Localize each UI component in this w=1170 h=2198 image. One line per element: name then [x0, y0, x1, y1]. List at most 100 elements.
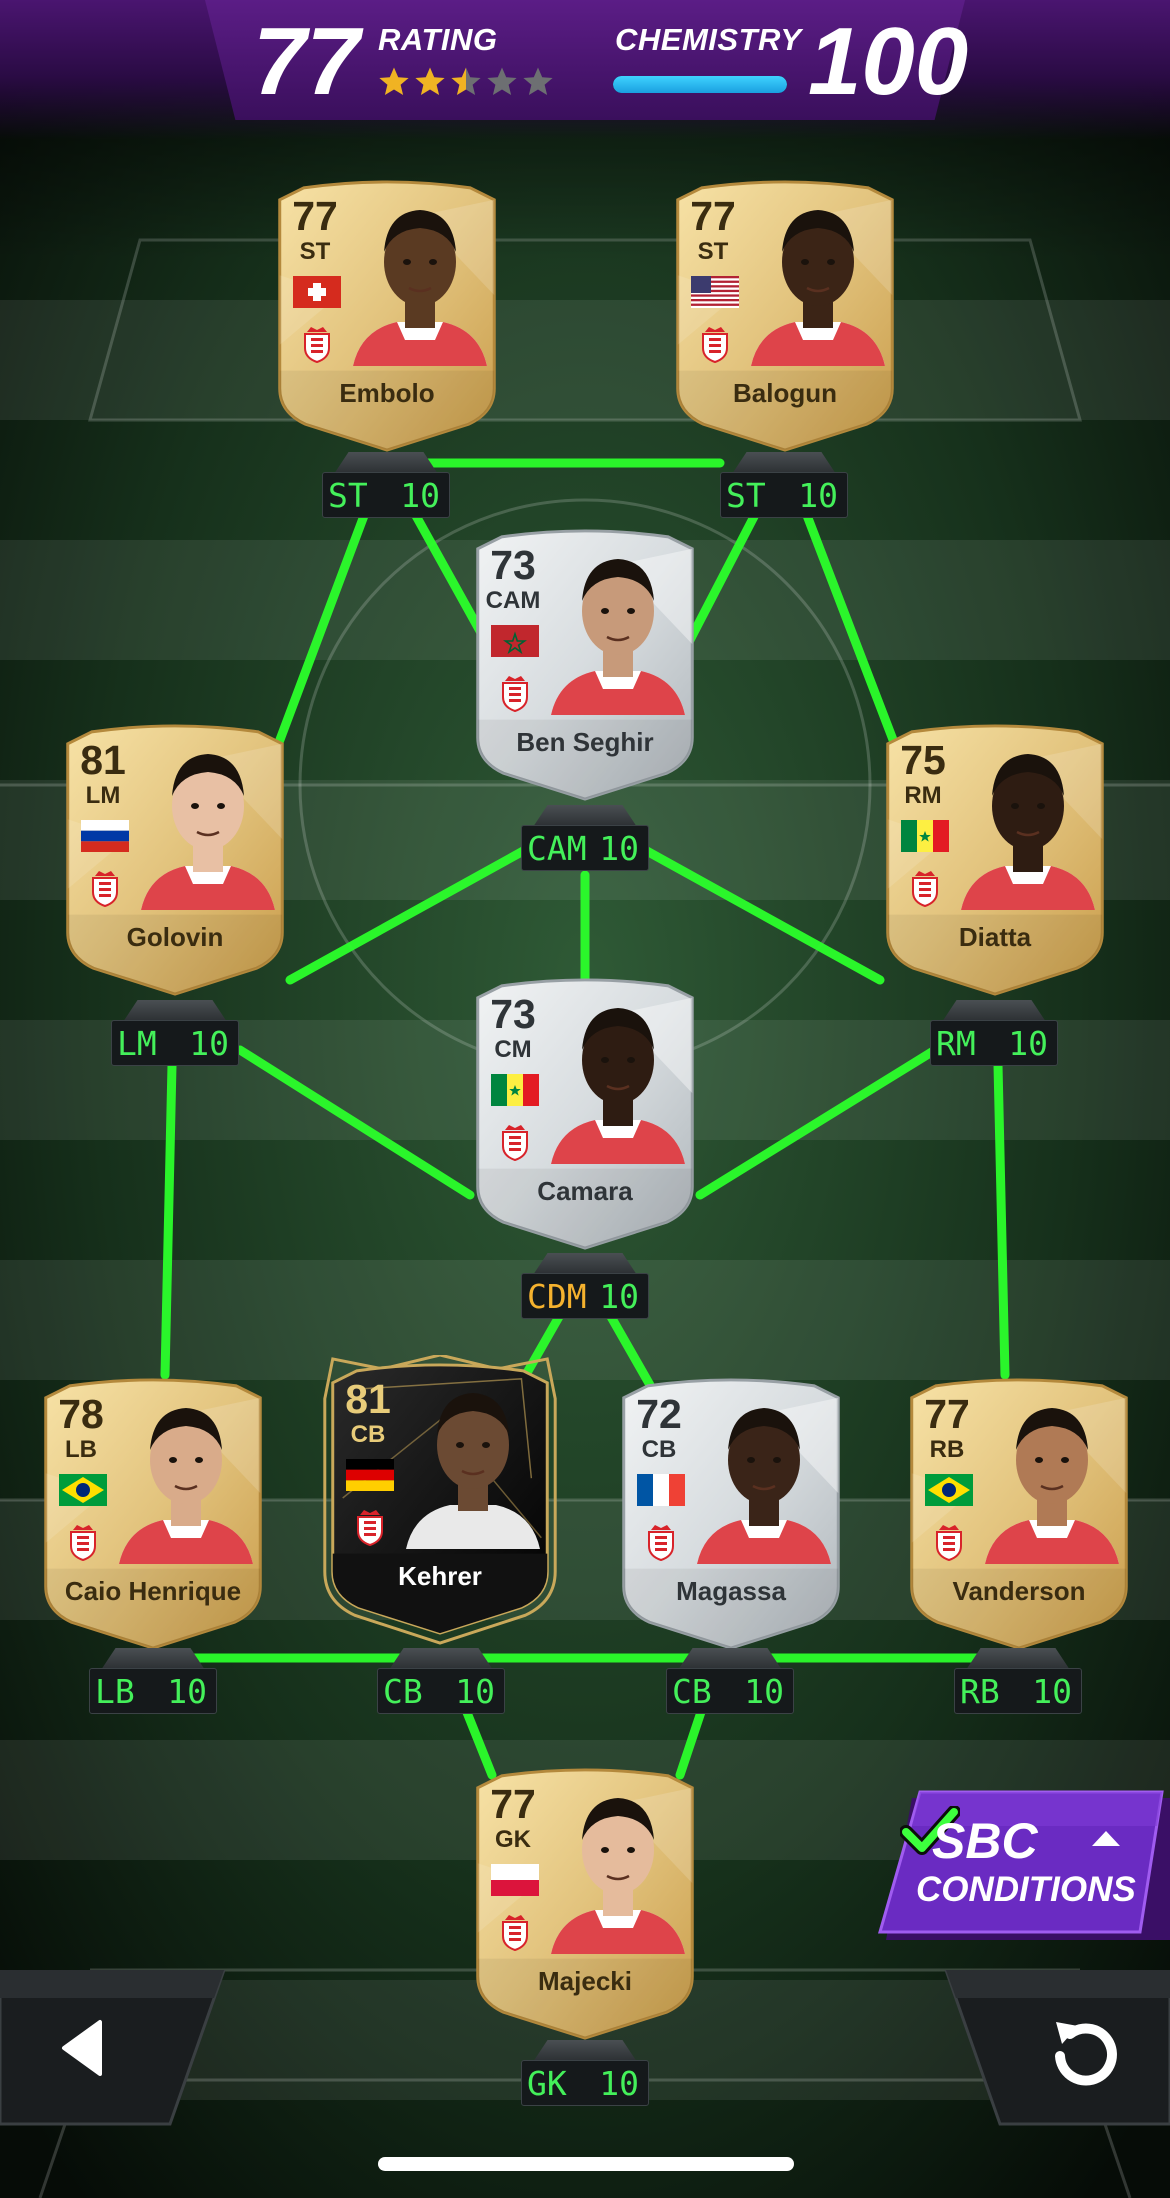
- home-indicator: [378, 2157, 794, 2171]
- position-slot-cam[interactable]: CAM 10: [521, 805, 649, 873]
- player-rating: 75: [900, 737, 946, 783]
- sbc-title: SBC: [932, 1813, 1038, 1869]
- slot-position-label: ST: [328, 476, 368, 515]
- player-rating: 73: [490, 542, 536, 588]
- player-card-balogun[interactable]: 77 ST Balogun: [667, 172, 903, 452]
- sbc-conditions-button[interactable]: SBC CONDITIONS: [872, 1790, 1170, 1940]
- star-icon: [415, 67, 445, 95]
- player-name: Magassa: [676, 1576, 786, 1606]
- player-rating: 78: [58, 1391, 104, 1437]
- club-crest-icon: [933, 1522, 965, 1562]
- position-slot-cb[interactable]: CB 10: [666, 1648, 794, 1716]
- player-rating: 73: [490, 991, 536, 1037]
- nation-flag-icon: [491, 1074, 539, 1106]
- club-crest-icon: [645, 1522, 677, 1562]
- club-crest-icon: [909, 868, 941, 908]
- club-crest-icon: [499, 673, 531, 713]
- back-button[interactable]: [0, 1970, 230, 2130]
- slot-chemistry-value: 10: [599, 829, 639, 868]
- player-photo: [745, 190, 891, 366]
- player-name: Golovin: [126, 922, 224, 952]
- player-rating: 77: [924, 1391, 970, 1437]
- nation-flag-icon: [491, 625, 539, 657]
- slot-position-label: LM: [117, 1024, 157, 1063]
- player-card-camara[interactable]: 73 CM Camara: [467, 970, 703, 1250]
- slot-position-label: LB: [95, 1672, 135, 1711]
- player-name: Diatta: [958, 922, 1032, 952]
- position-slot-cb[interactable]: CB 10: [377, 1648, 505, 1716]
- player-rating: 77: [690, 193, 736, 239]
- slot-position-label: CB: [672, 1672, 712, 1711]
- star-icon: [487, 67, 517, 95]
- chevron-up-icon: [1092, 1831, 1120, 1846]
- player-card-golovin[interactable]: 81 LM Golovin: [57, 716, 293, 996]
- slot-position-label: GK: [527, 2064, 567, 2103]
- player-position: ST: [299, 238, 331, 265]
- position-slot-lb[interactable]: LB 10: [89, 1648, 217, 1716]
- slot-position-label: CAM: [527, 829, 587, 868]
- nation-flag-icon: [901, 820, 949, 852]
- player-position: RM: [904, 782, 942, 809]
- player-card-vanderson[interactable]: 77 RB Vanderson: [901, 1370, 1137, 1650]
- player-position: CB: [641, 1436, 677, 1463]
- player-name: Embolo: [339, 378, 435, 408]
- player-name: Caio Henrique: [64, 1576, 242, 1606]
- position-slot-st[interactable]: ST 10: [322, 452, 450, 520]
- nation-flag-icon: [491, 1864, 539, 1896]
- chemistry-label: CHEMISTRY: [615, 22, 802, 57]
- player-photo: [979, 1388, 1125, 1564]
- slot-position-label: RM: [936, 1024, 976, 1063]
- player-position: CAM: [485, 587, 541, 614]
- player-photo: [545, 988, 691, 1164]
- player-rating: 77: [490, 1781, 536, 1827]
- player-card-majecki[interactable]: 77 GK Majecki: [467, 1760, 703, 2040]
- player-position: ST: [697, 238, 729, 265]
- position-slot-rb[interactable]: RB 10: [954, 1648, 1082, 1716]
- position-slot-st[interactable]: ST 10: [720, 452, 848, 520]
- player-card-magassa[interactable]: 72 CB Magassa: [613, 1370, 849, 1650]
- nation-flag-icon: [346, 1459, 394, 1491]
- position-slot-cdm[interactable]: CDM 10: [521, 1253, 649, 1321]
- star-icon: [523, 67, 553, 95]
- player-position: RB: [929, 1436, 965, 1463]
- position-slot-rm[interactable]: RM 10: [930, 1000, 1058, 1068]
- player-name: Camara: [537, 1176, 633, 1206]
- club-crest-icon: [699, 324, 731, 364]
- player-photo: [347, 190, 493, 366]
- player-card-benseghir[interactable]: 73 CAM Ben Seghir: [467, 521, 703, 801]
- reset-button[interactable]: [940, 1970, 1170, 2130]
- player-position: LM: [85, 782, 121, 809]
- slot-position-label: CB: [383, 1672, 423, 1711]
- player-card-caio[interactable]: 78 LB Caio Henrique: [35, 1370, 271, 1650]
- player-rating: 77: [292, 193, 338, 239]
- slot-position-label: RB: [960, 1672, 1000, 1711]
- squad-rating-value: 77: [253, 8, 360, 115]
- player-name: Ben Seghir: [516, 727, 654, 757]
- player-photo: [113, 1388, 259, 1564]
- position-slot-lm[interactable]: LM 10: [111, 1000, 239, 1068]
- slot-position-label: ST: [726, 476, 766, 515]
- chemistry-value: 100: [808, 8, 969, 115]
- player-name: Balogun: [733, 378, 837, 408]
- club-crest-icon: [499, 1912, 531, 1952]
- player-card-kehrer[interactable]: 81 CB Kehrer: [322, 1355, 558, 1645]
- refresh-icon: [1055, 2022, 1117, 2086]
- nation-flag-icon: [637, 1474, 685, 1506]
- star-icon: [451, 67, 481, 95]
- slot-position-label: CDM: [527, 1277, 587, 1316]
- chemistry-progress-bar: [613, 76, 787, 93]
- player-card-embolo[interactable]: 77 ST Embolo: [269, 172, 505, 452]
- slot-chemistry-value: 10: [455, 1672, 495, 1711]
- player-card-diatta[interactable]: 75 RM Diatta: [877, 716, 1113, 996]
- nation-flag-icon: [691, 276, 739, 308]
- slot-chemistry-value: 10: [1008, 1024, 1048, 1063]
- player-position: GK: [495, 1826, 531, 1853]
- player-photo: [545, 539, 691, 715]
- nation-flag-icon: [81, 820, 129, 852]
- position-slot-gk[interactable]: GK 10: [521, 2040, 649, 2108]
- slot-chemistry-value: 10: [400, 476, 440, 515]
- star-icon: [379, 67, 409, 95]
- player-name: Majecki: [538, 1966, 632, 1996]
- player-photo: [545, 1778, 691, 1954]
- club-crest-icon: [499, 1122, 531, 1162]
